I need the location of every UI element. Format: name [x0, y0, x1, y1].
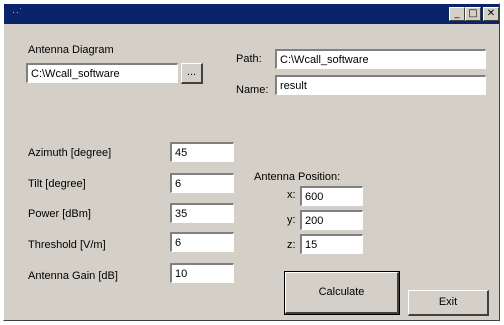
main-window: ·∙˙ _ □ ✕ Antenna Diagram C:\Wcall_softw… [3, 3, 500, 321]
calculate-button[interactable]: Calculate [284, 271, 400, 315]
antenna-gain-field[interactable]: 10 [170, 263, 234, 283]
name-label: Name: [236, 84, 269, 96]
browse-button[interactable]: ... [181, 63, 203, 84]
antenna-position-label: Antenna Position: [254, 171, 341, 183]
position-y-field[interactable]: 200 [300, 210, 363, 230]
azimuth-field[interactable]: 45 [170, 142, 234, 162]
maximize-button[interactable]: □ [465, 7, 481, 21]
antenna-diagram-label: Antenna Diagram [28, 44, 114, 56]
exit-button[interactable]: Exit [408, 290, 489, 316]
tilt-label: Tilt [degree] [28, 178, 86, 190]
power-label: Power [dBm] [28, 208, 91, 220]
minimize-button[interactable]: _ [449, 7, 465, 21]
position-y-label: y: [287, 214, 296, 226]
position-x-label: x: [287, 189, 296, 201]
threshold-label: Threshold [V/m] [28, 239, 106, 251]
close-button[interactable]: ✕ [483, 7, 499, 21]
threshold-field[interactable]: 6 [170, 232, 234, 252]
app-icon: ·∙˙ [12, 7, 24, 17]
antenna-diagram-field[interactable]: C:\Wcall_software [26, 63, 178, 83]
azimuth-label: Azimuth [degree] [28, 147, 112, 159]
position-z-field[interactable]: 15 [300, 234, 363, 254]
path-field[interactable]: C:\Wcall_software [275, 49, 486, 69]
tilt-field[interactable]: 6 [170, 173, 234, 193]
path-label: Path: [236, 53, 262, 65]
position-z-label: z: [287, 239, 296, 251]
power-field[interactable]: 35 [170, 203, 234, 223]
position-x-field[interactable]: 600 [300, 186, 363, 206]
name-field[interactable]: result [275, 75, 486, 95]
title-bar[interactable]: ·∙˙ _ □ ✕ [4, 4, 499, 24]
antenna-gain-label: Antenna Gain [dB] [28, 270, 118, 282]
